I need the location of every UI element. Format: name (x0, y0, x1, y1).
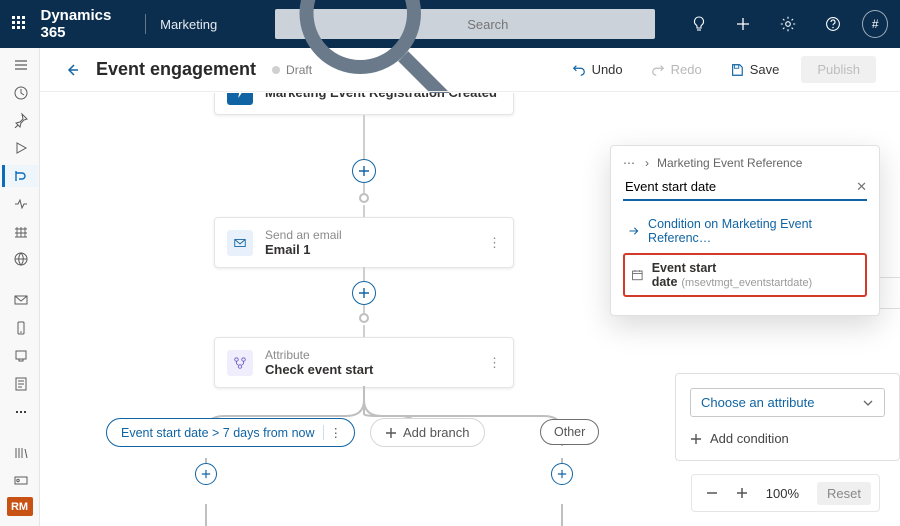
status-dot-icon (272, 66, 280, 74)
trigger-name: Marketing Event Registration Created (265, 92, 497, 100)
zoom-out-button[interactable] (700, 481, 724, 505)
rail-pin-icon[interactable] (2, 110, 38, 132)
connector (363, 325, 365, 337)
trigger-card[interactable]: Marketing Event Registration Created (214, 92, 514, 115)
connector (363, 305, 365, 313)
page: Event engagement Draft Undo Redo Save Pu… (40, 48, 900, 526)
global-search[interactable] (275, 9, 655, 39)
attribute-search-input[interactable] (623, 178, 856, 195)
rail-form-icon[interactable] (2, 373, 38, 395)
card-label: Send an email (265, 228, 342, 242)
brand: Dynamics 365 (41, 7, 132, 41)
add-step-button[interactable] (551, 463, 573, 485)
plus-icon (690, 433, 702, 445)
bolt-icon (227, 92, 253, 105)
card-menu-icon[interactable]: ⋮ (488, 235, 501, 251)
pill-menu-icon[interactable]: ⋮ (323, 425, 343, 440)
branch-icon (227, 350, 253, 376)
add-step-button[interactable] (352, 159, 376, 183)
attribute-card[interactable]: Attribute Check event start ⋮ (214, 337, 514, 388)
branch-other-pill[interactable]: Other (540, 419, 599, 445)
user-avatar[interactable]: # (862, 10, 888, 38)
rail-library-icon[interactable] (2, 442, 38, 464)
rail-mail-icon[interactable] (2, 290, 38, 312)
rail-persona-badge[interactable]: RM (7, 497, 33, 516)
chevron-right-icon: › (645, 156, 649, 170)
chevron-down-icon (862, 397, 874, 409)
calendar-icon (631, 268, 644, 282)
attribute-match-option[interactable]: Event start date(msevtmgt_eventstartdate… (623, 253, 867, 297)
journey-canvas[interactable]: Marketing Event Registration Created Sen… (40, 92, 900, 526)
rail-clock-icon[interactable] (2, 82, 38, 104)
rail-notification-icon[interactable] (2, 345, 38, 367)
undo-button[interactable]: Undo (566, 58, 629, 81)
condition-panel: Choose an attribute Add condition (675, 373, 900, 461)
rail-phone-icon[interactable] (2, 317, 38, 339)
card-name: Check event start (265, 362, 373, 377)
popup-breadcrumb: ⋯ › Marketing Event Reference (623, 156, 867, 170)
rail-flows-icon[interactable] (2, 193, 38, 215)
rail-card-icon[interactable] (2, 469, 38, 491)
add-icon[interactable] (728, 7, 759, 41)
rail-play-icon[interactable] (2, 137, 38, 159)
condition-link-option[interactable]: Condition on Marketing Event Referenc… (623, 209, 867, 253)
app-topbar: Dynamics 365 Marketing # (0, 0, 900, 48)
rail-journey-icon[interactable] (2, 165, 38, 187)
plus-icon (385, 427, 397, 439)
branch-condition-pill[interactable]: Event start date > 7 days from now ⋮ (106, 418, 355, 447)
clear-icon[interactable]: ✕ (856, 179, 867, 195)
lightbulb-icon[interactable] (683, 7, 714, 41)
add-step-button[interactable] (195, 463, 217, 485)
save-button[interactable]: Save (724, 58, 786, 81)
connector (363, 115, 365, 159)
email-card[interactable]: Send an email Email 1 ⋮ (214, 217, 514, 268)
settings-gear-icon[interactable] (773, 7, 804, 41)
card-name: Email 1 (265, 242, 342, 257)
zoom-reset-button[interactable]: Reset (817, 482, 871, 505)
rail-globe-icon[interactable] (2, 248, 38, 270)
add-step-button[interactable] (352, 281, 376, 305)
record-status: Draft (272, 63, 312, 77)
zoom-in-button[interactable] (730, 481, 754, 505)
junction-icon (359, 313, 369, 323)
arrow-right-icon (627, 224, 640, 238)
app-launcher-icon[interactable] (12, 16, 27, 32)
ellipsis-icon[interactable]: ⋯ (623, 156, 637, 170)
help-icon[interactable] (818, 7, 849, 41)
card-label: Attribute (265, 348, 373, 362)
card-menu-icon[interactable]: ⋮ (488, 355, 501, 371)
connector (363, 205, 365, 217)
branch-connectors (100, 386, 620, 526)
command-bar: Event engagement Draft Undo Redo Save Pu… (40, 48, 900, 92)
add-condition-button[interactable]: Add condition (690, 431, 885, 446)
zoom-toolbar: 100% Reset (691, 474, 880, 512)
left-nav-rail: RM (0, 48, 40, 526)
email-icon (227, 230, 253, 256)
attribute-search-field[interactable]: ✕ (623, 178, 867, 201)
page-title: Event engagement (96, 59, 256, 80)
area-label: Marketing (160, 17, 217, 32)
connector (363, 183, 365, 193)
zoom-level: 100% (760, 486, 805, 501)
redo-button: Redo (645, 58, 708, 81)
rail-more-icon[interactable] (2, 401, 38, 423)
add-branch-button[interactable]: Add branch (370, 418, 485, 447)
global-search-input[interactable] (465, 16, 645, 33)
publish-button: Publish (801, 56, 876, 83)
divider (145, 14, 146, 34)
back-button[interactable] (64, 62, 80, 78)
junction-icon (359, 193, 369, 203)
choose-attribute-dropdown[interactable]: Choose an attribute (690, 388, 885, 417)
attribute-search-popup: ⋯ › Marketing Event Reference ✕ Conditio… (610, 145, 880, 316)
rail-segments-icon[interactable] (2, 221, 38, 243)
rail-menu-icon[interactable] (2, 54, 38, 76)
connector (363, 267, 365, 281)
